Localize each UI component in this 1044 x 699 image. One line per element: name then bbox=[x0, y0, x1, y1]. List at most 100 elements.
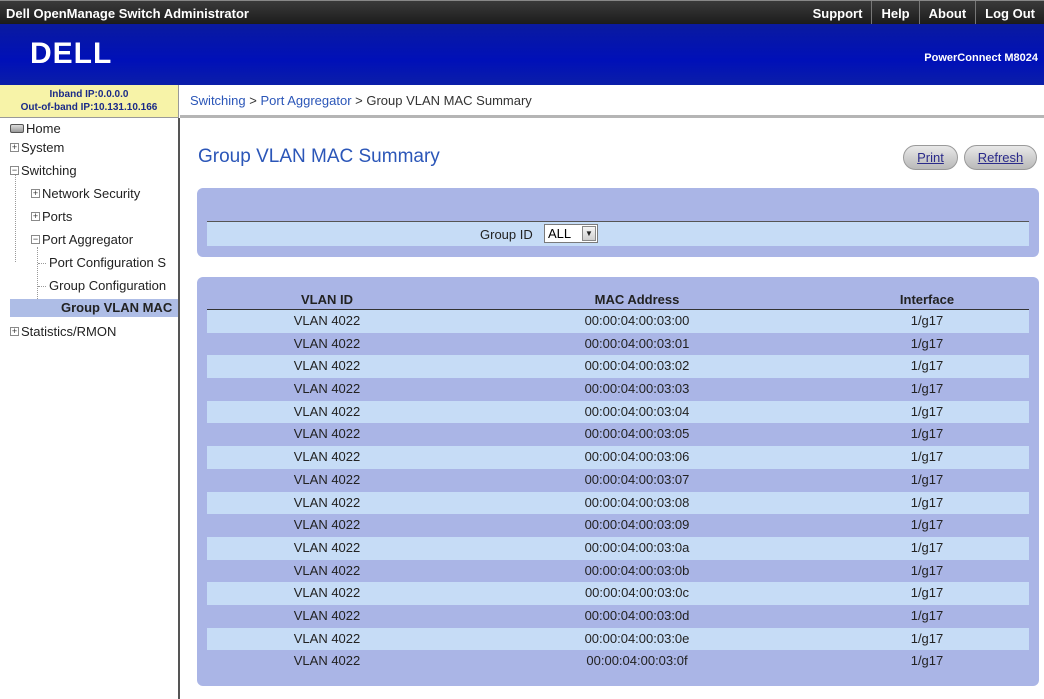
table-header: VLAN ID MAC Address Interface bbox=[207, 289, 1029, 310]
sidebar-item-label: Home bbox=[26, 121, 61, 136]
chevron-down-icon[interactable]: ▼ bbox=[582, 226, 596, 241]
vlan-id-cell: VLAN 4022 bbox=[293, 403, 361, 419]
svg-text:DELL: DELL bbox=[30, 38, 112, 66]
sidebar-item-network-security[interactable]: + Network Security bbox=[31, 185, 140, 203]
interface-cell: 1/g17 bbox=[910, 381, 944, 397]
expand-plus-icon[interactable]: + bbox=[31, 212, 40, 222]
expand-plus-icon[interactable]: + bbox=[31, 189, 40, 199]
sidebar-item-label: System bbox=[21, 140, 65, 155]
sidebar-item-label: Group Configuration bbox=[49, 278, 167, 293]
breadcrumb-separator: > bbox=[245, 93, 261, 108]
expand-plus-icon[interactable]: + bbox=[10, 327, 19, 337]
breadcrumb: Switching > Port Aggregator > Group VLAN… bbox=[180, 85, 1044, 118]
table-row: VLAN 4022 00:00:04:00:03:0c 1/g17 bbox=[207, 582, 1029, 605]
mac-address-cell: 00:00:04:00:03:0a bbox=[584, 539, 690, 555]
mac-address-cell: 00:00:04:00:03:09 bbox=[584, 517, 690, 533]
table-row: VLAN 4022 00:00:04:00:03:0d 1/g17 bbox=[207, 604, 1029, 628]
breadcrumb-separator: > bbox=[351, 93, 367, 108]
vlan-id-cell: VLAN 4022 bbox=[293, 607, 361, 623]
vlan-id-cell: VLAN 4022 bbox=[293, 562, 361, 578]
table-row: VLAN 4022 00:00:04:00:03:01 1/g17 bbox=[207, 332, 1029, 356]
sidebar-item-label: Group VLAN MAC bbox=[61, 300, 173, 315]
sidebar-item-statistics[interactable]: + Statistics/RMON bbox=[10, 323, 116, 341]
table-row: VLAN 4022 00:00:04:00:03:09 1/g17 bbox=[207, 514, 1029, 537]
table-row: VLAN 4022 00:00:04:00:03:07 1/g17 bbox=[207, 468, 1029, 492]
interface-cell: 1/g17 bbox=[910, 358, 944, 374]
filter-panel: Group ID ALL ▼ bbox=[197, 188, 1039, 257]
mac-address-cell: 00:00:04:00:03:04 bbox=[584, 403, 690, 419]
top-links: Support Help About Log Out bbox=[804, 1, 1044, 25]
vlan-id-cell: VLAN 4022 bbox=[293, 494, 361, 510]
group-id-select[interactable]: ALL ▼ bbox=[544, 224, 598, 243]
sidebar-item-label: Network Security bbox=[42, 186, 141, 201]
table-row: VLAN 4022 00:00:04:00:03:0b 1/g17 bbox=[207, 559, 1029, 583]
table-row: VLAN 4022 00:00:04:00:03:00 1/g17 bbox=[207, 310, 1029, 333]
table-row: VLAN 4022 00:00:04:00:03:03 1/g17 bbox=[207, 378, 1029, 401]
logout-link[interactable]: Log Out bbox=[975, 1, 1044, 25]
product-name: PowerConnect M8024 bbox=[924, 52, 1038, 64]
table-row: VLAN 4022 00:00:04:00:03:08 1/g17 bbox=[207, 491, 1029, 515]
tree-connector bbox=[38, 263, 46, 264]
mac-address-cell: 00:00:04:00:03:03 bbox=[584, 381, 690, 397]
collapse-minus-icon[interactable]: − bbox=[31, 235, 40, 245]
vlan-id-cell: VLAN 4022 bbox=[293, 517, 361, 533]
tree-connector bbox=[38, 286, 46, 287]
mac-address-cell: 00:00:04:00:03:0f bbox=[586, 653, 688, 669]
sidebar-item-system[interactable]: + System bbox=[10, 139, 64, 157]
ip-info-box: Inband IP:0.0.0.0 Out-of-band IP:10.131.… bbox=[0, 85, 179, 118]
about-link[interactable]: About bbox=[918, 1, 976, 25]
inband-ip: Inband IP:0.0.0.0 bbox=[49, 89, 129, 100]
sidebar-item-label: Port Aggregator bbox=[42, 232, 134, 247]
sidebar-item-ports[interactable]: + Ports bbox=[31, 208, 72, 226]
sidebar-item-switching[interactable]: − Switching bbox=[10, 162, 77, 180]
mac-address-cell: 00:00:04:00:03:0e bbox=[584, 630, 690, 646]
interface-cell: 1/g17 bbox=[910, 494, 944, 510]
interface-cell: 1/g17 bbox=[910, 471, 944, 487]
header-banner: DELL PowerConnect M8024 bbox=[0, 24, 1044, 85]
table-row: VLAN 4022 00:00:04:00:03:02 1/g17 bbox=[207, 355, 1029, 379]
interface-cell: 1/g17 bbox=[910, 630, 944, 646]
column-header-interface: Interface bbox=[899, 292, 955, 307]
mac-address-cell: 00:00:04:00:03:0d bbox=[584, 607, 690, 623]
vlan-id-cell: VLAN 4022 bbox=[293, 630, 361, 646]
refresh-button[interactable]: Refresh bbox=[964, 145, 1037, 170]
breadcrumb-port-aggregator[interactable]: Port Aggregator bbox=[260, 93, 351, 108]
filter-row: Group ID ALL ▼ bbox=[207, 221, 1029, 246]
interface-cell: 1/g17 bbox=[910, 607, 944, 623]
mac-address-cell: 00:00:04:00:03:01 bbox=[584, 335, 690, 351]
print-button[interactable]: Print bbox=[903, 145, 958, 170]
group-id-label: Group ID bbox=[480, 227, 533, 242]
sidebar-item-group-configuration[interactable]: Group Configuration bbox=[49, 277, 166, 295]
column-header-vlan-id: VLAN ID bbox=[301, 292, 353, 307]
sidebar-item-port-configuration[interactable]: Port Configuration S bbox=[49, 254, 166, 272]
help-link[interactable]: Help bbox=[871, 1, 918, 25]
vlan-id-cell: VLAN 4022 bbox=[293, 358, 361, 374]
vlan-id-cell: VLAN 4022 bbox=[293, 449, 361, 465]
sidebar-item-group-vlan-mac[interactable]: Group VLAN MAC bbox=[10, 299, 178, 317]
table-row: VLAN 4022 00:00:04:00:03:0a 1/g17 bbox=[207, 536, 1029, 560]
expand-plus-icon[interactable]: + bbox=[10, 143, 19, 153]
vlan-id-cell: VLAN 4022 bbox=[293, 653, 361, 669]
breadcrumb-switching[interactable]: Switching bbox=[190, 93, 246, 108]
mac-address-cell: 00:00:04:00:03:02 bbox=[584, 358, 690, 374]
mac-address-cell: 00:00:04:00:03:07 bbox=[584, 471, 690, 487]
interface-cell: 1/g17 bbox=[910, 313, 944, 328]
dell-logo: DELL bbox=[30, 38, 112, 66]
sidebar-item-label: Ports bbox=[42, 209, 73, 224]
vlan-id-cell: VLAN 4022 bbox=[293, 539, 361, 555]
sidebar-item-port-aggregator[interactable]: − Port Aggregator bbox=[31, 231, 133, 249]
sidebar-item-label: Switching bbox=[21, 163, 77, 178]
mac-address-cell: 00:00:04:00:03:06 bbox=[584, 449, 690, 465]
mac-address-cell: 00:00:04:00:03:08 bbox=[584, 494, 690, 510]
table-row: VLAN 4022 00:00:04:00:03:06 1/g17 bbox=[207, 446, 1029, 469]
table-row: VLAN 4022 00:00:04:00:03:0e 1/g17 bbox=[207, 627, 1029, 651]
out-of-band-ip: Out-of-band IP:10.131.10.166 bbox=[20, 102, 158, 113]
interface-cell: 1/g17 bbox=[910, 653, 944, 669]
support-link[interactable]: Support bbox=[804, 1, 872, 25]
column-header-mac-address: MAC Address bbox=[594, 292, 680, 307]
collapse-minus-icon[interactable]: − bbox=[10, 166, 19, 176]
sidebar-item-home[interactable]: Home bbox=[10, 120, 61, 138]
mac-address-cell: 00:00:04:00:03:0b bbox=[584, 562, 690, 578]
table-row: VLAN 4022 00:00:04:00:03:04 1/g17 bbox=[207, 400, 1029, 424]
interface-cell: 1/g17 bbox=[910, 562, 944, 578]
